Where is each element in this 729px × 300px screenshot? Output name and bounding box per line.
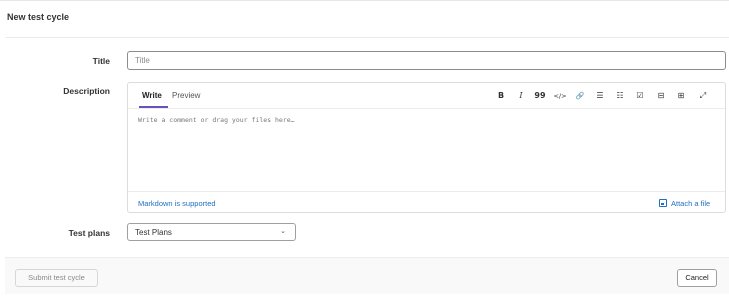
submit-test-cycle-button[interactable]: Submit test cycle	[15, 269, 98, 287]
test-plans-select-value: Test Plans	[135, 228, 172, 237]
markdown-help-link[interactable]: Markdown is supported	[138, 199, 216, 208]
tab-preview[interactable]: Preview	[172, 91, 200, 100]
quote-icon[interactable]: 99	[533, 90, 547, 102]
active-tab-indicator	[139, 106, 168, 108]
fullscreen-icon[interactable]: ⤢	[696, 90, 710, 102]
numbered-list-icon[interactable]: ☷	[613, 90, 627, 102]
task-list-icon[interactable]: ☑	[633, 90, 647, 102]
markdown-editor: Write Preview B I 99 </> 🔗 ☰ ☷ ☑ ⊟ ⊞ ⤢ M…	[127, 82, 726, 213]
cancel-button[interactable]: Cancel	[677, 269, 717, 287]
attach-file-icon	[659, 199, 667, 207]
title-label: Title	[92, 56, 110, 66]
tab-write[interactable]: Write	[142, 91, 162, 100]
test-plans-label: Test plans	[68, 228, 110, 238]
top-border	[0, 0, 729, 1]
table-icon[interactable]: ⊞	[674, 90, 688, 102]
link-icon[interactable]: 🔗	[573, 90, 587, 102]
description-textarea[interactable]	[129, 110, 724, 190]
description-label: Description	[63, 86, 110, 96]
header-divider	[5, 37, 729, 38]
editor-toolbar: Write Preview B I 99 </> 🔗 ☰ ☷ ☑ ⊟ ⊞ ⤢	[128, 83, 725, 109]
collapsible-icon[interactable]: ⊟	[654, 90, 668, 102]
title-input[interactable]	[127, 51, 726, 70]
attach-file-link[interactable]: Attach a file	[671, 199, 710, 208]
bulleted-list-icon[interactable]: ☰	[593, 90, 607, 102]
editor-footer: Markdown is supported Attach a file	[128, 191, 725, 212]
code-icon[interactable]: </>	[553, 90, 567, 102]
test-plans-select[interactable]: Test Plans ⌄	[127, 223, 296, 241]
italic-icon[interactable]: I	[514, 90, 528, 102]
chevron-down-icon: ⌄	[280, 227, 286, 235]
form-footer: Submit test cycle Cancel	[5, 257, 729, 294]
bold-icon[interactable]: B	[494, 90, 508, 102]
page-title: New test cycle	[7, 12, 70, 22]
